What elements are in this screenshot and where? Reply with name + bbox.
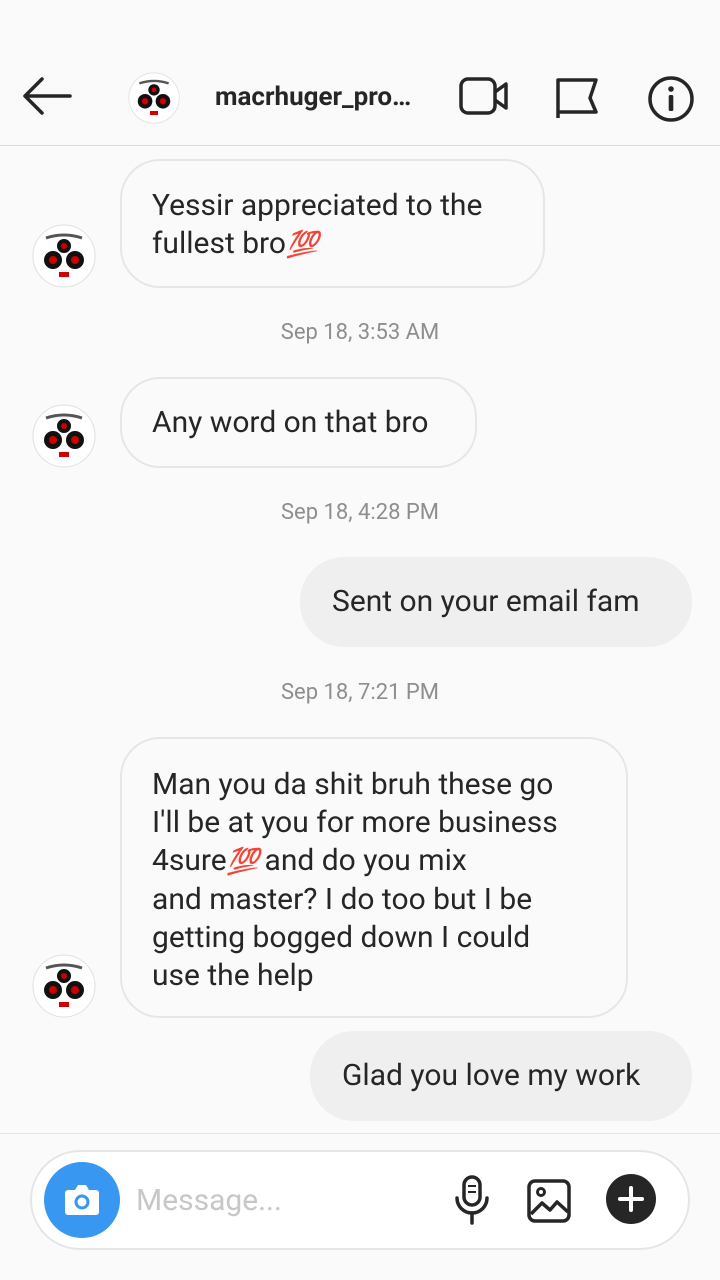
incoming-message[interactable]: Any word on that bro <box>120 377 477 468</box>
message-composer <box>30 1150 690 1250</box>
message-timestamp: Sep 18, 7:21 PM <box>280 680 440 705</box>
speaker-logo-icon <box>32 954 96 1018</box>
message-text: Glad you love my work <box>342 1058 641 1093</box>
plus-icon <box>618 1186 644 1212</box>
message-line: Yessir appreciated to the <box>152 188 483 223</box>
message-line: 4sure💯 and do you mix <box>152 842 596 881</box>
info-icon <box>648 76 694 122</box>
message-line: I'll be at you for more business <box>152 805 558 840</box>
hundred-points-emoji: 💯 <box>226 847 259 877</box>
chat-username[interactable]: macrhuger_pro… <box>215 82 433 112</box>
back-arrow-icon <box>23 77 72 115</box>
message-timestamp: Sep 18, 4:28 PM <box>280 500 440 525</box>
message-text: fullest bro <box>152 226 287 261</box>
incoming-message[interactable]: Man you da shit bruh these go I'll be at… <box>120 737 628 1018</box>
message-line: use the help <box>152 958 314 993</box>
hundred-points-emoji: 💯 <box>286 230 318 260</box>
speaker-logo-icon <box>32 224 96 288</box>
gallery-icon <box>527 1179 571 1223</box>
video-call-icon <box>459 77 508 115</box>
speaker-logo-icon <box>32 404 96 468</box>
message-line: and master? I do too but I be <box>152 882 533 917</box>
video-call-button[interactable] <box>458 74 510 120</box>
outgoing-message[interactable]: Glad you love my work <box>310 1031 692 1121</box>
back-button[interactable] <box>20 74 74 118</box>
incoming-message[interactable]: Yessir appreciated to the fullest bro💯 <box>120 159 545 288</box>
composer-divider <box>0 1133 720 1134</box>
outgoing-message[interactable]: Sent on your email fam <box>300 557 692 647</box>
report-button[interactable] <box>552 74 602 120</box>
message-line: Man you da shit bruh these go <box>152 767 554 802</box>
message-text: Sent on your email fam <box>332 584 640 619</box>
gallery-button[interactable] <box>526 1178 572 1224</box>
sender-avatar[interactable] <box>32 224 96 288</box>
flag-icon <box>556 78 598 118</box>
message-line: fullest bro💯 <box>152 225 513 264</box>
message-line: getting bogged down I could <box>152 920 531 955</box>
info-button[interactable] <box>646 74 696 124</box>
header-avatar[interactable] <box>128 72 180 124</box>
sender-avatar[interactable] <box>32 954 96 1018</box>
speaker-logo-icon <box>128 72 180 124</box>
sender-avatar[interactable] <box>32 404 96 468</box>
message-text: Any word on that bro <box>152 405 429 440</box>
camera-button[interactable] <box>44 1162 120 1238</box>
message-text: and do you mix <box>257 843 467 878</box>
chat-header: macrhuger_pro… <box>0 48 720 146</box>
more-options-button[interactable] <box>606 1174 656 1224</box>
message-timestamp: Sep 18, 3:53 AM <box>280 320 440 345</box>
message-input[interactable] <box>136 1178 426 1222</box>
microphone-icon <box>455 1175 489 1225</box>
message-text: 4sure <box>152 843 227 878</box>
camera-icon <box>65 1185 99 1215</box>
voice-message-button[interactable] <box>450 1174 494 1226</box>
